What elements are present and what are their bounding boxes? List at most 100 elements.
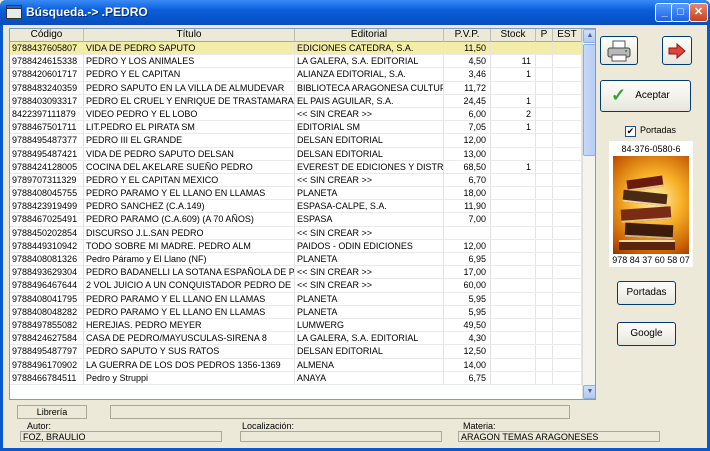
scrollbar-thumb[interactable] xyxy=(583,44,595,156)
google-button[interactable]: Google xyxy=(617,322,676,346)
cell-est xyxy=(553,187,582,200)
cell-pvp: 6,00 xyxy=(444,107,491,121)
table-row[interactable]: 9788424627584 CASA DE PEDRO/MAYUSCULAS-SI… xyxy=(10,332,582,346)
book-stack-layer xyxy=(620,206,672,223)
table-row[interactable]: 9788467501711 LIT.PEDRO EL PIRATA SM EDITO… xyxy=(10,121,582,135)
cell-est xyxy=(553,147,582,160)
cell-est xyxy=(553,226,582,239)
header-title[interactable]: Título xyxy=(84,29,295,42)
cell-stock: 1 xyxy=(491,121,536,134)
title-bar[interactable]: Búsqueda.-> .PEDRO _ □ ✕ xyxy=(0,0,710,25)
print-button[interactable] xyxy=(600,36,638,65)
accept-button[interactable]: ✓ Aceptar xyxy=(600,80,691,112)
table-row[interactable]: 9788493629304 PEDRO BADANELLI LA SOTANA E… xyxy=(10,266,582,280)
cell-p xyxy=(536,292,553,305)
header-stock[interactable]: Stock xyxy=(491,29,536,42)
cell-p xyxy=(536,279,553,292)
isbn-top: 84-376-0580-6 xyxy=(621,144,681,154)
header-est[interactable]: EST xyxy=(553,29,582,42)
table-row[interactable]: 9788467025491 PEDRO PARAMO (C.A.609) (A 7… xyxy=(10,213,582,227)
portadas-checkbox-label: Portadas xyxy=(640,125,677,135)
table-row[interactable]: 9788420601717 PEDRO Y EL CAPITAN ALIANZA E… xyxy=(10,68,582,82)
portadas-checkbox[interactable]: ✔ xyxy=(625,126,636,137)
table-row[interactable]: 9788450202854 DISCURSO J.L.SAN PEDRO << SI… xyxy=(10,226,582,240)
cell-editorial: PLANETA xyxy=(295,187,444,200)
cell-est xyxy=(553,371,582,384)
cell-code: 9788424128005 xyxy=(10,160,84,173)
cell-stock: 11 xyxy=(491,55,536,68)
header-editorial[interactable]: Editorial xyxy=(295,29,444,42)
table-row[interactable]: 9788403093317 PEDRO EL CRUEL Y ENRIQUE DE… xyxy=(10,94,582,108)
cell-stock xyxy=(491,305,536,318)
materia-field[interactable]: ARAGON TEMAS ARAGONESES xyxy=(458,431,660,442)
cell-stock xyxy=(491,213,536,226)
table-row[interactable]: 9788495487377 PEDRO III EL GRANDE DELSAN E… xyxy=(10,134,582,148)
cell-pvp: 7,00 xyxy=(444,213,491,226)
autor-field[interactable]: FOZ, BRAULIO xyxy=(20,431,222,442)
cell-p xyxy=(536,358,553,371)
table-row[interactable]: 9788437605807 VIDA DE PEDRO SAPUTO EDICION… xyxy=(10,42,582,56)
cell-title: LA GUERRA DE LOS DOS PEDROS 1356-1369 xyxy=(84,358,295,371)
cell-stock xyxy=(491,187,536,200)
cell-stock xyxy=(491,358,536,371)
table-row[interactable]: 9788408045755 PEDRO PARAMO Y EL LLANO EN … xyxy=(10,187,582,201)
libreria-tab[interactable]: Librería xyxy=(17,405,87,419)
table-row[interactable]: 9788408081326 Pedro Páramo y El Llano (NF… xyxy=(10,253,582,267)
portadas-button[interactable]: Portadas xyxy=(617,281,676,305)
window-title: Búsqueda.-> .PEDRO xyxy=(26,5,148,19)
cell-pvp: 12,00 xyxy=(444,239,491,252)
header-pvp[interactable]: P.V.P. xyxy=(444,29,491,42)
cell-est xyxy=(553,55,582,68)
close-button[interactable]: ✕ xyxy=(689,3,708,22)
cell-stock xyxy=(491,226,536,239)
scroll-up-arrow-icon[interactable]: ▲ xyxy=(583,29,595,43)
checkmark-icon: ✓ xyxy=(611,85,627,105)
cell-pvp: 11,72 xyxy=(444,81,491,94)
vertical-scrollbar[interactable]: ▲ ▼ xyxy=(582,29,595,399)
maximize-button[interactable]: □ xyxy=(671,3,690,22)
cell-stock xyxy=(491,200,536,213)
table-row[interactable]: 9788424615338 PEDRO Y LOS ANIMALES LA GALE… xyxy=(10,55,582,69)
cell-editorial: PAIDOS - ODIN EDICIONES xyxy=(295,239,444,252)
table-row[interactable]: 9788496170902 LA GUERRA DE LOS DOS PEDROS… xyxy=(10,358,582,372)
cell-pvp: 7,05 xyxy=(444,121,491,134)
table-row[interactable]: 9789707311329 PEDRO Y EL CAPITAN MEXICO <<… xyxy=(10,173,582,188)
exit-button[interactable] xyxy=(662,36,692,65)
cell-pvp: 6,95 xyxy=(444,253,491,266)
cell-stock xyxy=(491,134,536,147)
table-row[interactable]: 9788408048282 PEDRO PARAMO Y EL LLANO EN … xyxy=(10,305,582,319)
cell-est xyxy=(553,160,582,173)
cell-title: Pedro Páramo y El Llano (NF) xyxy=(84,253,295,266)
header-p[interactable]: P xyxy=(536,29,553,42)
table-row[interactable]: 9788449310942 TODO SOBRE MI MADRE. PEDRO … xyxy=(10,239,582,253)
table-row[interactable]: 9788423919499 PEDRO SANCHEZ (C.A.149) ESPA… xyxy=(10,200,582,214)
cell-est xyxy=(553,213,582,226)
scroll-down-arrow-icon[interactable]: ▼ xyxy=(583,385,595,399)
cell-code: 9788466784511 xyxy=(10,371,84,384)
cell-title: PEDRO PARAMO Y EL LLANO EN LLAMAS xyxy=(84,292,295,305)
application-window: Búsqueda.-> .PEDRO _ □ ✕ Código Título E… xyxy=(0,0,710,451)
table-row[interactable]: 9788497855082 HEREJIAS. PEDRO MEYER LUMWER… xyxy=(10,318,582,333)
table-row[interactable]: 9788495487797 PEDRO SAPUTO Y SUS RATOS DEL… xyxy=(10,345,582,359)
header-code[interactable]: Código xyxy=(10,29,84,42)
cell-pvp: 4,30 xyxy=(444,332,491,345)
table-row[interactable]: 9788483240359 PEDRO SAPUTO EN LA VILLA DE… xyxy=(10,81,582,95)
table-row[interactable]: 8422397111879 VIDEO PEDRO Y EL LOBO << SIN… xyxy=(10,107,582,122)
cell-editorial: LA GALERA, S.A. EDITORIAL xyxy=(295,332,444,345)
cell-stock: 1 xyxy=(491,160,536,173)
libreria-field[interactable] xyxy=(110,405,570,419)
cell-editorial: ALMENA xyxy=(295,358,444,371)
cell-title: PEDRO SANCHEZ (C.A.149) xyxy=(84,200,295,213)
cell-stock xyxy=(491,239,536,252)
table-row[interactable]: 9788424128005 COCINA DEL AKELARE SUEÑO PE… xyxy=(10,160,582,174)
table-row[interactable]: 9788496467644 2 VOL JUICIO A UN CONQUISTA… xyxy=(10,279,582,293)
results-table[interactable]: Código Título Editorial P.V.P. Stock P E… xyxy=(9,28,596,400)
cell-pvp: 11,90 xyxy=(444,200,491,213)
table-row[interactable]: 9788466784511 Pedro y Struppi ANAYA 6,75 xyxy=(10,371,582,385)
cell-est xyxy=(553,94,582,107)
cell-editorial: BIBLIOTECA ARAGONESA CULTUF xyxy=(297,81,444,94)
localizacion-field[interactable] xyxy=(240,431,442,442)
cell-editorial: << SIN CREAR >> xyxy=(295,266,444,279)
table-row[interactable]: 9788495487421 VIDA DE PEDRO SAPUTO DELSAN… xyxy=(10,147,582,161)
table-row[interactable]: 9788408041795 PEDRO PARAMO Y EL LLANO EN … xyxy=(10,292,582,306)
